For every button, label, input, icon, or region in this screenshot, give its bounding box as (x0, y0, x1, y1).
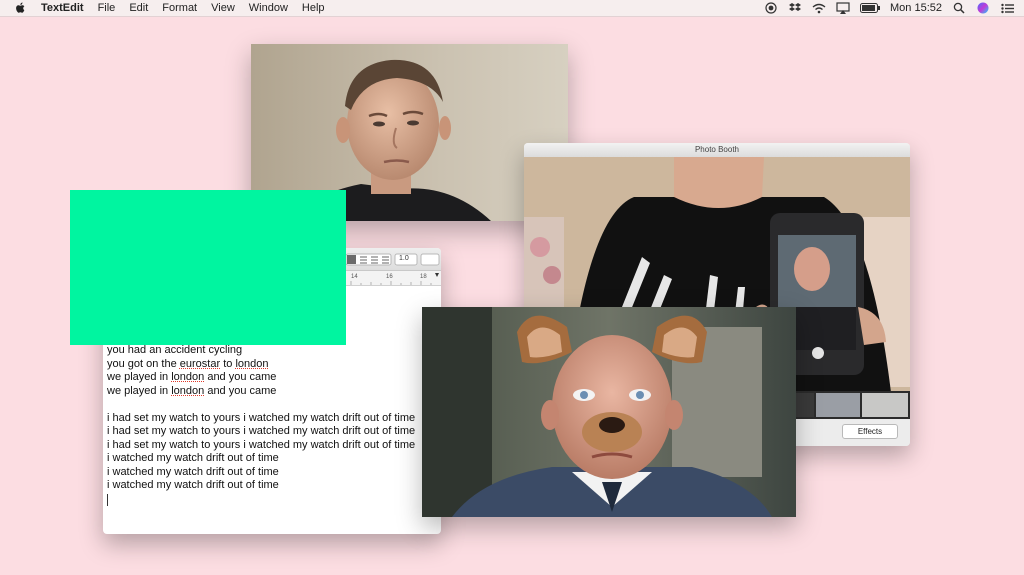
text-line: i had set my watch to yours i watched my… (107, 412, 435, 426)
text-line: we played in london and you came (107, 371, 435, 385)
text-run: i watched my watch drift out of time (107, 479, 279, 491)
line-spacing-select[interactable]: 1.0 (399, 255, 409, 262)
menu-bar: TextEdit File Edit Format View Window He… (0, 0, 1024, 17)
text-run: you got on the (107, 357, 180, 370)
misspelled-word: london (171, 371, 205, 383)
text-run: to (220, 357, 236, 370)
ruler-label-18: 18 (420, 274, 427, 280)
text-run: and you came (204, 384, 277, 397)
ruler-label-16: 16 (386, 274, 393, 280)
menu-format[interactable]: Format (162, 2, 197, 14)
window-title: Photo Booth (524, 143, 910, 158)
misspelled-word: london (235, 357, 269, 370)
text-cursor (107, 493, 108, 506)
text-run: i had set my watch to yours i watched my… (107, 425, 416, 437)
text-run: you had an accident cycling (107, 344, 243, 356)
video-clip-window[interactable] (422, 307, 796, 517)
text-line: i watched my watch drift out of time (107, 479, 435, 493)
apple-icon[interactable] (14, 2, 26, 14)
menu-edit[interactable]: Edit (129, 2, 148, 14)
status-area: Mon 15:52 (764, 0, 1014, 16)
misspelled-word: eurostar (179, 357, 221, 370)
dropbox-icon[interactable] (788, 2, 802, 14)
text-line: you got on the eurostar to london (107, 358, 435, 372)
text-line: i watched my watch drift out of time (107, 452, 435, 466)
effects-button[interactable]: Effects (842, 424, 898, 439)
record-icon[interactable] (764, 2, 778, 14)
misspelled-word: london (171, 384, 205, 397)
text-run: i watched my watch drift out of time (107, 465, 279, 478)
document-body[interactable]: you had an accident cycling you got on th… (107, 344, 435, 506)
text-line: i watched my watch drift out of time (107, 466, 435, 480)
text-run: we played in (107, 384, 172, 397)
text-line: we played in london and you came (107, 385, 435, 399)
battery-icon[interactable] (860, 2, 881, 14)
clock[interactable]: Mon 15:52 (890, 2, 942, 14)
text-run: i had set my watch to yours i watched my… (107, 411, 416, 424)
search-icon[interactable] (952, 2, 966, 14)
green-block (70, 190, 346, 345)
siri-icon[interactable] (976, 2, 990, 14)
text-run: i watched my watch drift out of time (107, 452, 279, 464)
menu-help[interactable]: Help (302, 2, 325, 14)
airplay-icon[interactable] (836, 2, 850, 14)
wifi-icon[interactable] (812, 2, 826, 14)
text-run: we played in (107, 371, 172, 383)
menu-view[interactable]: View (211, 2, 235, 14)
text-line: i had set my watch to yours i watched my… (107, 425, 435, 439)
text-line: i had set my watch to yours i watched my… (107, 439, 435, 453)
menu-app-name[interactable]: TextEdit (41, 2, 84, 14)
ruler-label-14: 14 (351, 274, 358, 280)
menu-window[interactable]: Window (249, 2, 288, 14)
list-icon[interactable] (1000, 2, 1014, 14)
menu-file[interactable]: File (98, 2, 116, 14)
dog-filter-image (422, 307, 796, 517)
text-line: you had an accident cycling (107, 344, 435, 358)
text-run: i had set my watch to yours i watched my… (107, 438, 416, 451)
text-run: and you came (204, 371, 277, 383)
